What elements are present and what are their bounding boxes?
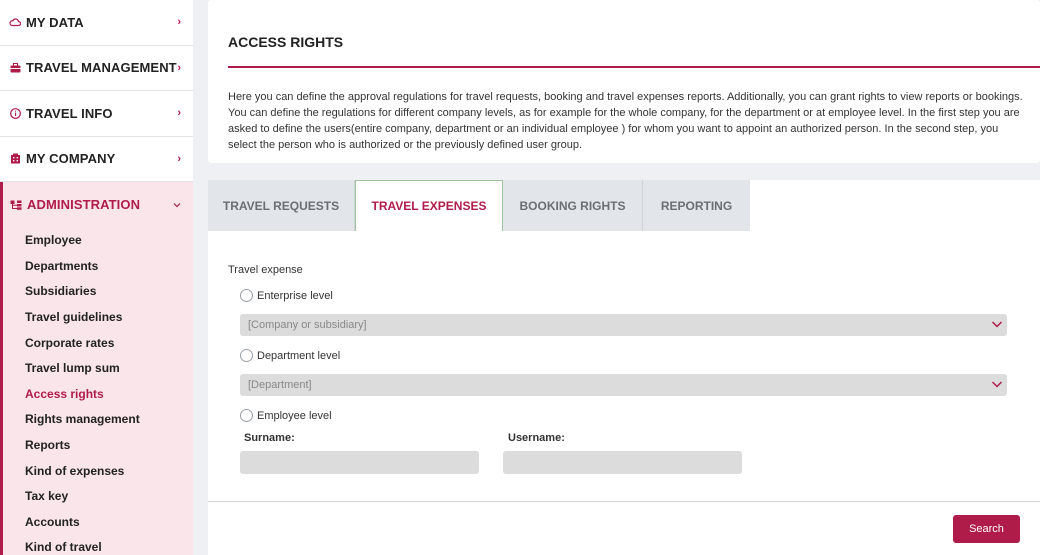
- form-footer: Search: [208, 501, 1040, 555]
- submenu-item-kind-of-travel[interactable]: Kind of travel: [25, 535, 193, 555]
- tab-travel-requests[interactable]: TRAVEL REQUESTS: [208, 180, 355, 231]
- submenu-item-tax-key[interactable]: Tax key: [25, 483, 193, 509]
- chevron-down-icon: [173, 199, 181, 211]
- employee-level-option[interactable]: Employee level: [240, 409, 332, 422]
- sidebar-item-label: ADMINISTRATION: [27, 197, 141, 213]
- department-level-radio[interactable]: [240, 349, 253, 362]
- tab-travel-expenses[interactable]: TRAVEL EXPENSES: [355, 180, 503, 231]
- sidebar: MY DATA › TRAVEL MANAGEMENT › TRAVEL INF…: [0, 0, 193, 555]
- access-rights-panel: TRAVEL REQUESTS TRAVEL EXPENSES BOOKING …: [208, 180, 1040, 555]
- submenu-item-employee[interactable]: Employee: [25, 228, 193, 254]
- chevron-right-icon: ›: [177, 61, 181, 74]
- building-icon: [9, 153, 21, 165]
- submenu-item-reports[interactable]: Reports: [25, 432, 193, 458]
- info-icon: [9, 107, 21, 119]
- page-title: ACCESS RIGHTS: [228, 34, 344, 50]
- submenu-item-travel-lump-sum[interactable]: Travel lump sum: [25, 355, 193, 381]
- hierarchy-icon: [10, 199, 22, 211]
- chevron-down-icon: [991, 381, 1003, 388]
- chevron-right-icon: ›: [177, 16, 181, 29]
- company-select-value: [Company or subsidiary]: [248, 319, 367, 331]
- employee-level-label: Employee level: [257, 409, 332, 422]
- sidebar-item-travel-management[interactable]: TRAVEL MANAGEMENT ›: [0, 46, 193, 91]
- surname-input[interactable]: [240, 451, 479, 474]
- surname-label: Surname:: [244, 432, 295, 444]
- submenu-item-corporate-rates[interactable]: Corporate rates: [25, 330, 193, 356]
- sidebar-item-travel-info[interactable]: TRAVEL INFO ›: [0, 91, 193, 137]
- search-button[interactable]: Search: [953, 515, 1020, 543]
- submenu-item-access-rights[interactable]: Access rights: [25, 381, 193, 407]
- department-level-label: Department level: [257, 349, 341, 362]
- submenu-item-departments[interactable]: Departments: [25, 253, 193, 279]
- sidebar-item-label: MY DATA: [26, 14, 84, 30]
- company-select[interactable]: [Company or subsidiary]: [240, 314, 1007, 336]
- chevron-right-icon: ›: [177, 152, 181, 165]
- department-select[interactable]: [Department]: [240, 374, 1007, 396]
- employee-level-radio[interactable]: [240, 409, 253, 422]
- chevron-down-icon: [991, 321, 1003, 328]
- enterprise-level-radio[interactable]: [240, 289, 253, 302]
- username-input[interactable]: [503, 451, 742, 474]
- page-description: Here you can define the approval regulat…: [228, 91, 1023, 151]
- sidebar-item-administration[interactable]: ADMINISTRATION: [3, 182, 193, 228]
- title-divider: [228, 66, 1040, 68]
- tab-bar: TRAVEL REQUESTS TRAVEL EXPENSES BOOKING …: [208, 180, 750, 231]
- tab-strip: TRAVEL REQUESTS TRAVEL EXPENSES BOOKING …: [208, 180, 1040, 231]
- admin-submenu: Employee Departments Subsidiaries Travel…: [3, 228, 193, 555]
- enterprise-level-option[interactable]: Enterprise level: [240, 289, 333, 302]
- submenu-item-travel-guidelines[interactable]: Travel guidelines: [25, 304, 193, 330]
- submenu-item-rights-management[interactable]: Rights management: [25, 407, 193, 433]
- briefcase-icon: [9, 62, 21, 74]
- sidebar-item-my-company[interactable]: MY COMPANY ›: [0, 137, 193, 182]
- tab-booking-rights[interactable]: BOOKING RIGHTS: [503, 180, 643, 231]
- sidebar-admin-section: ADMINISTRATION Employee Departments Subs…: [0, 182, 193, 555]
- info-card: ACCESS RIGHTS Here you can define the ap…: [208, 0, 1040, 163]
- department-level-option[interactable]: Department level: [240, 349, 340, 362]
- username-label: Username:: [508, 432, 565, 444]
- submenu-item-accounts[interactable]: Accounts: [25, 509, 193, 535]
- sidebar-item-label: TRAVEL INFO: [26, 105, 113, 121]
- section-label: Travel expense: [228, 264, 303, 276]
- submenu-item-subsidiaries[interactable]: Subsidiaries: [25, 279, 193, 305]
- sidebar-item-label: TRAVEL MANAGEMENT: [26, 60, 177, 76]
- sidebar-item-my-data[interactable]: MY DATA ›: [0, 0, 193, 46]
- chevron-right-icon: ›: [177, 107, 181, 120]
- department-select-value: [Department]: [248, 379, 312, 391]
- sidebar-item-label: MY COMPANY: [26, 151, 116, 167]
- travel-expense-form: Travel expense Enterprise level [Company…: [208, 231, 1040, 501]
- tab-reporting[interactable]: REPORTING: [643, 180, 750, 231]
- submenu-item-kind-of-expenses[interactable]: Kind of expenses: [25, 458, 193, 484]
- enterprise-level-label: Enterprise level: [257, 289, 333, 302]
- cloud-icon: [9, 16, 21, 28]
